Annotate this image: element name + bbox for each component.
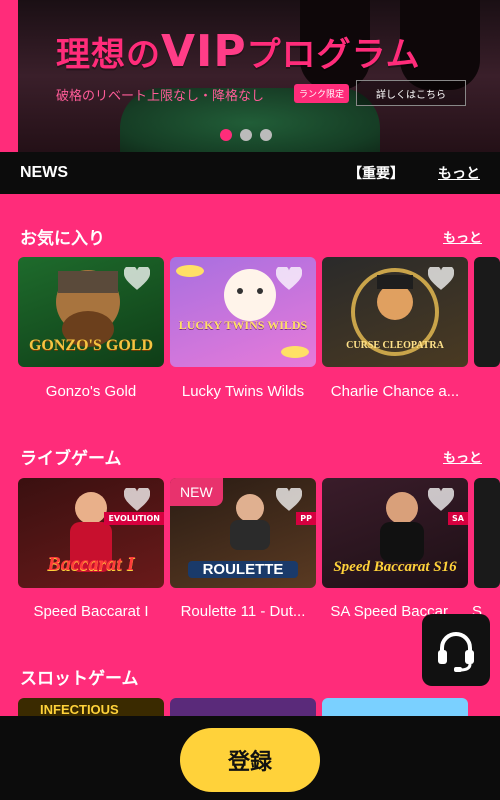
game-logo-text: CURSE CLEOPATRA bbox=[346, 340, 444, 351]
support-button[interactable] bbox=[422, 614, 490, 686]
heart-icon[interactable] bbox=[276, 267, 302, 291]
section-title: スロットゲーム bbox=[20, 669, 139, 689]
carousel-dot[interactable] bbox=[220, 129, 232, 141]
game-name[interactable]: Speed Baccarat I bbox=[16, 603, 166, 620]
heart-icon[interactable] bbox=[124, 488, 150, 512]
favorites-more-link[interactable]: もっと bbox=[443, 227, 482, 246]
game-logo-text: GONZO'S GOLD bbox=[28, 337, 154, 354]
game-card-roulette-11[interactable]: NEW PP ROULETTE bbox=[170, 478, 316, 588]
section-title: お気に入り bbox=[20, 229, 105, 249]
game-logo-text: LUCKY TWINS WILDS bbox=[178, 318, 308, 332]
game-card-lucky-twins[interactable]: LUCKY TWINS WILDS bbox=[170, 257, 316, 367]
game-logo-text: ROULETTE bbox=[188, 561, 298, 578]
game-logo-text: INFECTIOUS bbox=[40, 702, 119, 717]
game-card-slot[interactable] bbox=[170, 698, 316, 718]
news-more-link[interactable]: もっと bbox=[438, 163, 480, 183]
carousel-dots bbox=[220, 129, 272, 141]
section-title: ライブゲーム bbox=[20, 449, 122, 469]
heart-icon[interactable] bbox=[428, 488, 454, 512]
heart-icon[interactable] bbox=[124, 267, 150, 291]
details-button[interactable]: 詳しくはこちら bbox=[356, 80, 466, 106]
provider-tag: SA bbox=[448, 512, 468, 525]
game-card-charlie-chance[interactable]: CURSE CLEOPATRA bbox=[322, 257, 468, 367]
new-badge: NEW bbox=[170, 478, 223, 506]
game-card-slot[interactable] bbox=[322, 698, 468, 718]
live-more-link[interactable]: もっと bbox=[443, 447, 482, 466]
favorites-header: お気に入り もっと bbox=[20, 224, 482, 249]
game-card-speed-baccarat-i[interactable]: EVOLUTION Baccarat I bbox=[18, 478, 164, 588]
game-card-slot[interactable]: INFECTIOUS bbox=[18, 698, 164, 718]
game-name[interactable]: Lucky Twins Wilds bbox=[168, 383, 318, 400]
provider-tag: EVOLUTION bbox=[104, 512, 164, 525]
slots-header: スロットゲーム bbox=[20, 664, 482, 689]
register-button[interactable]: 登録 bbox=[180, 728, 320, 792]
banner-title: 理想のVIPプログラム bbox=[56, 26, 421, 77]
game-logo-text: Speed Baccarat S16 bbox=[333, 559, 457, 575]
game-name[interactable]: Roulette 11 - Dut... bbox=[168, 603, 318, 620]
game-card-gonzos-gold[interactable]: GONZO'S GOLD bbox=[18, 257, 164, 367]
carousel-dot[interactable] bbox=[240, 129, 252, 141]
game-card-partial[interactable] bbox=[474, 257, 500, 367]
game-name[interactable]: Charlie Chance a... bbox=[320, 383, 470, 400]
carousel-dot[interactable] bbox=[260, 129, 272, 141]
heart-icon[interactable] bbox=[428, 267, 454, 291]
heart-icon[interactable] bbox=[276, 488, 302, 512]
news-important-item[interactable]: 【重要】 bbox=[348, 163, 404, 183]
headset-icon bbox=[438, 632, 474, 672]
banner-edge bbox=[0, 0, 18, 152]
live-header: ライブゲーム もっと bbox=[20, 444, 482, 469]
game-name[interactable]: Gonzo's Gold bbox=[16, 383, 166, 400]
game-card-sa-speed-baccarat[interactable]: SA Speed Baccarat S16 bbox=[322, 478, 468, 588]
news-bar: NEWS 【重要】 もっと bbox=[0, 152, 500, 194]
banner-subtitle: 破格のリベート上限なし・降格なし bbox=[56, 89, 265, 104]
game-logo-text: Baccarat I bbox=[47, 553, 135, 575]
provider-tag: PP bbox=[296, 512, 316, 525]
bottom-bar: 登録 bbox=[0, 716, 500, 800]
game-card-partial[interactable] bbox=[474, 478, 500, 588]
news-label: NEWS bbox=[20, 164, 68, 181]
rank-limited-badge: ランク限定 bbox=[294, 84, 350, 103]
vip-banner[interactable]: 理想のVIPプログラム 破格のリベート上限なし・降格なし ランク限定 詳しくはこ… bbox=[0, 0, 500, 152]
